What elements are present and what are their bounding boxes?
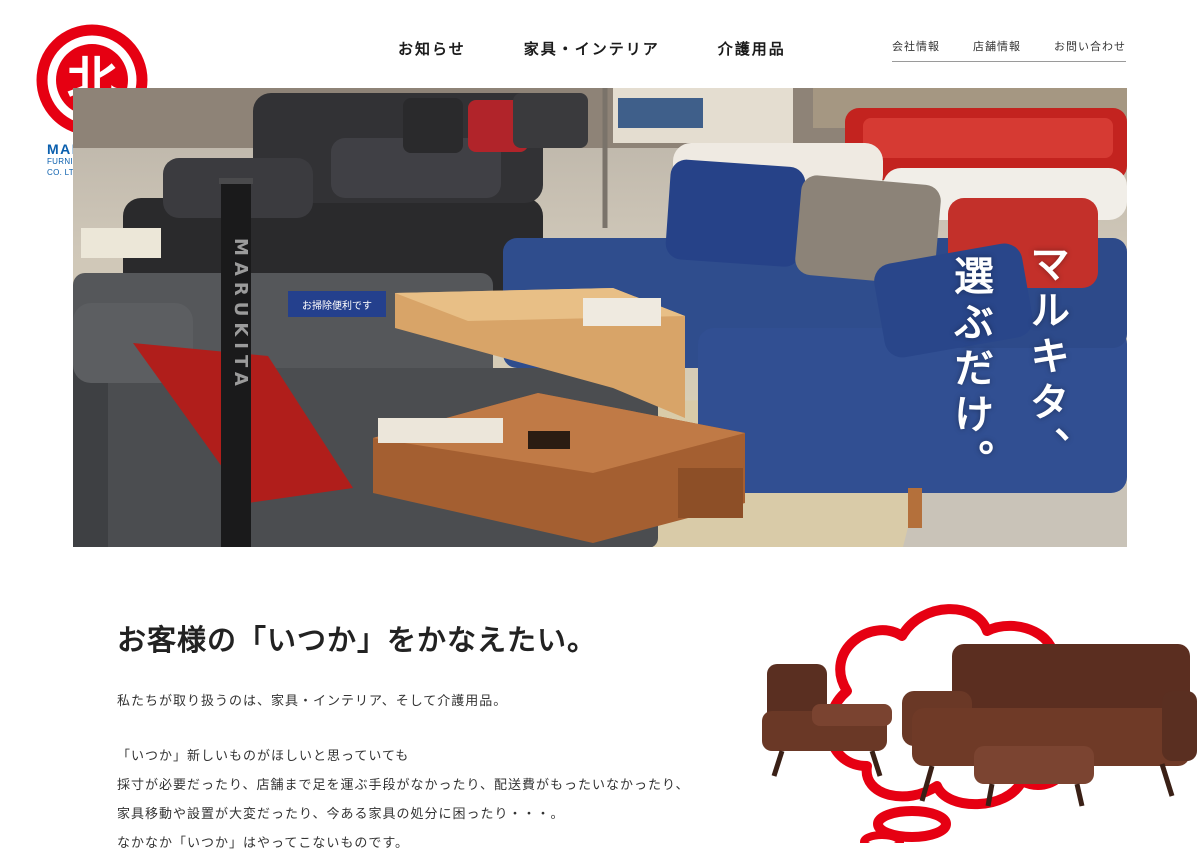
section-heading: お客様の「いつか」をかなえたい。	[117, 623, 598, 657]
svg-text:MARUKITA: MARUKITA	[230, 238, 251, 392]
catchcopy-line-1: マルキタ、	[1023, 243, 1069, 473]
intro-lead: 私たちが取り扱うのは、家具・インテリア、そして介護用品。	[117, 694, 508, 709]
svg-text:お掃除便利です: お掃除便利です	[302, 299, 372, 312]
intro-body-line: 「いつか」新しいものがほしいと思っていても	[117, 749, 410, 764]
nav-nursing-care[interactable]: 介護用品	[718, 38, 786, 59]
hero-image: MARUKITA お掃除便利です マルキタ、 選ぶだけ。	[73, 88, 1127, 547]
nav-news[interactable]: お知らせ	[398, 38, 466, 59]
main-nav: お知らせ 家具・インテリア 介護用品	[398, 38, 786, 59]
thought-cloud-furniture-illustration	[762, 604, 1197, 843]
intro-body-line: なかなか「いつか」はやってこないものです。	[117, 836, 410, 851]
intro-body: 「いつか」新しいものがほしいと思っていても 採寸が必要だったり、店舗まで足を運ぶ…	[117, 742, 689, 858]
hero-catchcopy: マルキタ、 選ぶだけ。	[593, 243, 1075, 485]
sub-nav: 会社情報 店舗情報 お問い合わせ	[892, 38, 1126, 62]
nav-contact[interactable]: お問い合わせ	[1054, 38, 1126, 61]
intro-body-line: 家具移動や設置が大変だったり、今ある家具の処分に困ったり・・・。	[117, 807, 565, 822]
intro-body-line: 採寸が必要だったり、店舗まで足を運ぶ手段がなかったり、配送費がもったいなかったり…	[117, 778, 690, 793]
catchcopy-line-2: 選ぶだけ。	[947, 255, 993, 485]
nav-furniture-interior[interactable]: 家具・インテリア	[524, 38, 660, 59]
nav-store-info[interactable]: 店舗情報	[973, 38, 1021, 61]
nav-company-info[interactable]: 会社情報	[892, 38, 940, 61]
